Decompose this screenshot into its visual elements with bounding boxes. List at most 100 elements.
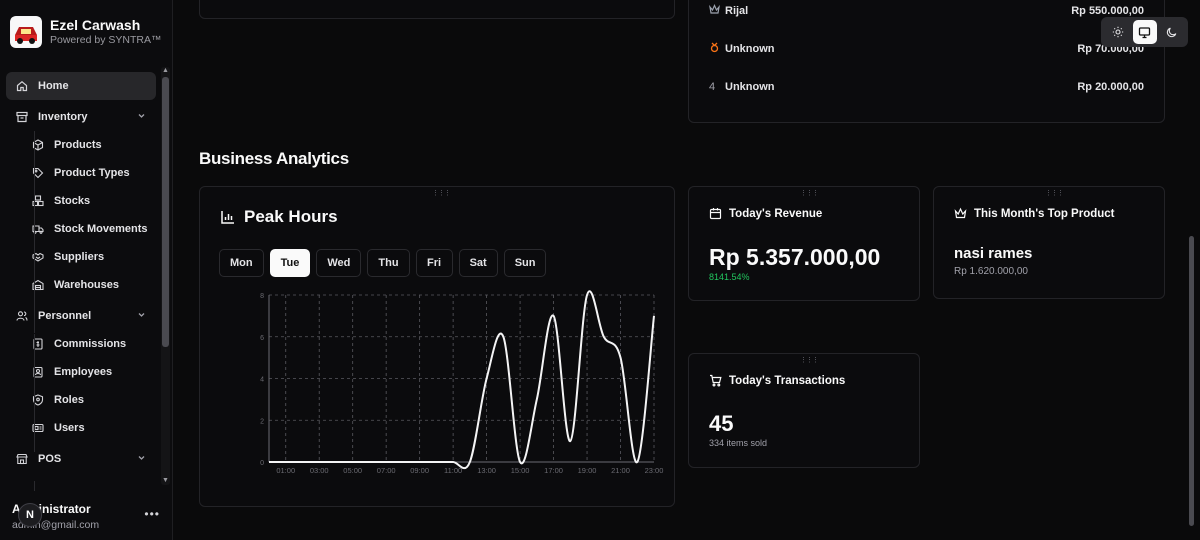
sidebar-item-label: Product Types bbox=[54, 167, 130, 179]
y-tick-label: 4 bbox=[260, 377, 264, 384]
sidebar-item-inventory[interactable]: Inventory bbox=[6, 103, 156, 131]
cart-icon bbox=[709, 374, 722, 387]
sidebar-item-label: Warehouses bbox=[54, 279, 120, 291]
drag-handle-icon[interactable]: ⋮⋮⋮ bbox=[1045, 190, 1064, 197]
x-tick-label: 01:00 bbox=[276, 466, 295, 475]
crown-icon bbox=[954, 207, 967, 220]
top-product-title-text: This Month's Top Product bbox=[974, 207, 1115, 220]
moon-icon[interactable] bbox=[1160, 20, 1184, 44]
peak-hours-chart: 0 2 4 6 8 01:00 03:00 05:00 07:00 09:00 11:00 13:00… bbox=[260, 290, 664, 475]
user-menu[interactable]: Administrator admin@gmail.com N ••• bbox=[8, 495, 166, 535]
top-product-name: nasi rames bbox=[954, 245, 1033, 262]
sidebar-item-label: Products bbox=[54, 139, 102, 151]
x-tick-label: 23:00 bbox=[645, 466, 664, 475]
revenue-value: Rp 5.357.000,00 bbox=[709, 244, 881, 270]
medal-icon bbox=[709, 42, 725, 56]
sidebar-item-label: Stock Movements bbox=[54, 223, 148, 235]
revenue-title: Today's Revenue bbox=[709, 207, 822, 220]
revenue-card: ⋮⋮⋮ Today's Revenue Rp 5.357.000,00 8141… bbox=[688, 186, 920, 301]
theme-toggle bbox=[1101, 17, 1188, 47]
sun-icon[interactable] bbox=[1106, 20, 1130, 44]
sidebar-scrollbar[interactable]: ▲ ▼ bbox=[161, 67, 170, 485]
sidebar-scroll-thumb[interactable] bbox=[162, 77, 169, 347]
sidebar-item-label: Stocks bbox=[54, 195, 91, 207]
list-item-name: Rijal bbox=[725, 5, 749, 17]
sidebar-item-product-types[interactable]: Product Types bbox=[6, 159, 156, 187]
users-icon bbox=[15, 309, 29, 323]
x-tick-label: 07:00 bbox=[377, 466, 396, 475]
sidebar-item-stocks[interactable]: Stocks bbox=[6, 187, 156, 215]
list-item: 4 Unknown Rp 20.000,00 bbox=[709, 79, 1144, 95]
chevron-down-icon bbox=[137, 453, 146, 465]
sidebar-item-label: Commissions bbox=[54, 338, 127, 350]
more-horizontal-icon[interactable]: ••• bbox=[144, 507, 160, 521]
revenue-change: 8141.54% bbox=[709, 272, 750, 282]
top-customers-card: Rijal Rp 550.000,00 Unknown Rp 70.000,00… bbox=[688, 0, 1165, 123]
top-product-amount: Rp 1.620.000,00 bbox=[954, 266, 1028, 277]
sidebar-item-products[interactable]: Products bbox=[6, 131, 156, 159]
brand[interactable]: Ezel Carwash Powered by SYNTRA™ bbox=[10, 16, 161, 48]
sidebar: Ezel Carwash Powered by SYNTRA™ Home Inv… bbox=[0, 0, 173, 540]
avatar[interactable]: N bbox=[18, 503, 42, 527]
sidebar-item-roles[interactable]: Roles bbox=[6, 386, 156, 414]
transactions-title-text: Today's Transactions bbox=[729, 374, 846, 387]
archive-icon bbox=[15, 110, 29, 124]
sidebar-item-stock-movements[interactable]: Stock Movements bbox=[6, 215, 156, 243]
y-tick-label: 2 bbox=[260, 418, 264, 425]
brand-subtitle: Powered by SYNTRA™ bbox=[50, 34, 162, 46]
x-tick-label: 13:00 bbox=[477, 466, 496, 475]
partial-card bbox=[199, 0, 675, 19]
sidebar-item-label: Inventory bbox=[38, 111, 88, 123]
sidebar-item-label: Employees bbox=[54, 366, 113, 378]
scroll-down-arrow-icon[interactable]: ▼ bbox=[162, 477, 169, 484]
x-tick-label: 09:00 bbox=[410, 466, 429, 475]
scroll-up-arrow-icon[interactable]: ▲ bbox=[162, 67, 169, 74]
sidebar-item-label: Suppliers bbox=[54, 251, 105, 263]
x-tick-label: 17:00 bbox=[544, 466, 563, 475]
transactions-count: 45 bbox=[709, 411, 734, 436]
sidebar-item-pos[interactable]: POS bbox=[6, 445, 156, 473]
list-item-name: Unknown bbox=[725, 81, 775, 93]
top-product-title: This Month's Top Product bbox=[954, 207, 1115, 220]
sidebar-item-label: Users bbox=[54, 422, 85, 434]
home-icon bbox=[15, 79, 29, 93]
sidebar-item-users[interactable]: Users bbox=[6, 414, 156, 442]
peak-hours-line bbox=[268, 290, 655, 470]
sidebar-item-commissions[interactable]: Commissions bbox=[6, 330, 156, 358]
x-tick-label: 11:00 bbox=[444, 466, 462, 475]
peak-hours-card: ⋮⋮⋮ Peak Hours Mon Tue Wed Thu Fri Sat Sun 024… bbox=[199, 186, 675, 507]
drag-handle-icon[interactable]: ⋮⋮⋮ bbox=[800, 190, 819, 197]
list-item: Unknown Rp 70.000,00 bbox=[709, 41, 1144, 57]
list-item-name: Unknown bbox=[725, 43, 775, 55]
chevron-down-icon bbox=[137, 111, 146, 123]
y-tick-label: 6 bbox=[260, 335, 264, 342]
revenue-title-text: Today's Revenue bbox=[729, 207, 823, 220]
list-item: Rijal Rp 550.000,00 bbox=[709, 3, 1144, 19]
brand-logo bbox=[10, 16, 42, 48]
list-item-amount: Rp 20.000,00 bbox=[1077, 81, 1144, 93]
submenu-guide-line bbox=[34, 131, 35, 333]
sidebar-item-personnel[interactable]: Personnel bbox=[6, 302, 156, 330]
y-tick-label: 8 bbox=[260, 293, 264, 300]
drag-handle-icon[interactable]: ⋮⋮⋮ bbox=[800, 357, 819, 364]
sidebar-item-home[interactable]: Home bbox=[6, 72, 156, 100]
x-tick-label: 15:00 bbox=[511, 466, 530, 475]
sidebar-item-suppliers[interactable]: Suppliers bbox=[6, 243, 156, 271]
sidebar-item-employees[interactable]: Employees bbox=[6, 358, 156, 386]
transactions-title: Today's Transactions bbox=[709, 374, 845, 387]
brand-name: Ezel Carwash bbox=[50, 17, 141, 33]
transactions-sub: 334 items sold bbox=[709, 438, 768, 448]
main-scrollbar-thumb[interactable] bbox=[1189, 236, 1194, 526]
sidebar-item-label: Personnel bbox=[38, 310, 92, 322]
x-tick-label: 19:00 bbox=[578, 466, 597, 475]
y-tick-label: 0 bbox=[260, 460, 264, 467]
transactions-card: ⋮⋮⋮ Today's Transactions 45 334 items so… bbox=[688, 353, 920, 468]
sidebar-item-label: Roles bbox=[54, 394, 84, 406]
sidebar-item-warehouses[interactable]: Warehouses bbox=[6, 271, 156, 299]
chevron-down-icon bbox=[137, 310, 146, 322]
top-product-card: ⋮⋮⋮ This Month's Top Product nasi rames … bbox=[933, 186, 1165, 299]
x-tick-label: 03:00 bbox=[310, 466, 329, 475]
list-item-amount: Rp 550.000,00 bbox=[1071, 5, 1144, 17]
monitor-icon[interactable] bbox=[1132, 20, 1157, 44]
sidebar-nav: Home Inventory Products Product Types St… bbox=[6, 72, 156, 491]
